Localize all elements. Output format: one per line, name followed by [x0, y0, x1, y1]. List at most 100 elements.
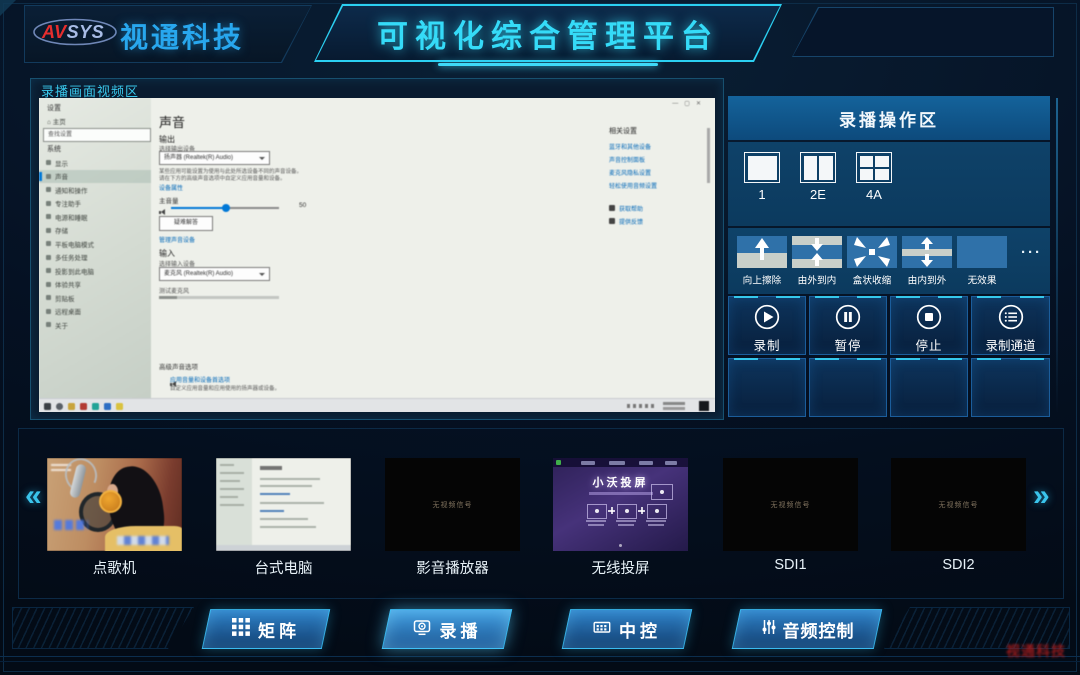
ops-empty-tile[interactable] [890, 358, 968, 417]
help-icon [609, 205, 615, 211]
transition-label: 由内到外 [904, 274, 950, 288]
title-underline [438, 63, 658, 66]
ops-empty-tile[interactable] [728, 358, 806, 417]
output-device-value: 扬声器 (Realtek(R) Audio) [164, 155, 233, 161]
source-thumb-cast[interactable]: 小沃投屏 [553, 458, 688, 551]
win-sidebar-item-label: 体验共享 [55, 279, 81, 289]
recorded-screen-feed[interactable]: 设置 ⌂ 主页 查找设置 系统 显示 声音 通知和操作 专注助手 电源和睡眠 存… [39, 98, 715, 412]
close-icon: ✕ [696, 101, 707, 107]
ops-empty-tile[interactable] [971, 358, 1050, 417]
tab-central-control[interactable]: 中控 [562, 609, 693, 649]
record-channels-button[interactable]: 录制通道 [971, 296, 1050, 355]
recording-video-area: 录播画面视频区 设置 ⌂ 主页 查找设置 系统 显示 声音 通知和操作 专注助手… [30, 78, 724, 420]
header-right-deco-bg [793, 8, 1053, 56]
brand-name: 视通科技 [120, 16, 244, 56]
about-icon [46, 322, 51, 327]
windows-settings-screen: 设置 ⌂ 主页 查找设置 系统 显示 声音 通知和操作 专注助手 电源和睡眠 存… [39, 98, 715, 412]
source-thumb-desktop[interactable] [216, 458, 351, 551]
more-transitions-button[interactable]: ··· [1021, 244, 1042, 261]
app-icon [80, 403, 87, 410]
tab-label: 录播 [440, 617, 482, 642]
stop-button[interactable]: 停止 [890, 296, 968, 355]
win-sidebar-item: 剪贴板 [39, 291, 151, 305]
tab-audio-control[interactable]: 音频控制 [732, 609, 883, 649]
feedback-icon [609, 218, 615, 224]
win-sidebar-item-label: 多任务处理 [55, 252, 88, 262]
layout-button-quad[interactable]: 4A [854, 152, 894, 202]
no-signal-text: 无视频信号 [385, 458, 520, 551]
pause-button[interactable]: 暂停 [809, 296, 887, 355]
stop-icon [914, 302, 944, 337]
win-search-input: 查找设置 [43, 128, 151, 142]
device-icon [625, 509, 629, 513]
test-mic-caption: 测试麦克风 [159, 286, 189, 295]
project-icon [46, 268, 51, 273]
transition-label: 盒状收缩 [849, 274, 895, 288]
win-sidebar-item-label: 剪贴板 [55, 293, 75, 303]
transition-wipe-up[interactable]: 向上擦除 [737, 236, 787, 288]
source-label: 台式电脑 [216, 557, 351, 578]
prev-sources-button[interactable]: « [25, 481, 42, 511]
transition-outside-in[interactable]: 由外到内 [792, 236, 842, 288]
win-sidebar-item: 多任务处理 [39, 251, 151, 265]
chevron-down-icon [259, 273, 265, 276]
source-label: 影音播放器 [385, 557, 520, 578]
layout-button-dual[interactable]: 2E [798, 152, 838, 202]
tab-label: 矩阵 [258, 617, 300, 642]
recording-ops-panel: 录播操作区 1 2E 4A 向上擦除 [728, 96, 1050, 418]
tab-recording[interactable]: 录播 [382, 609, 513, 649]
win-sidebar-item: 关于 [39, 318, 151, 332]
plus-icon [608, 507, 615, 514]
output-device-dropdown: 扬声器 (Realtek(R) Audio) [159, 151, 270, 165]
desktop-taskbar [216, 545, 351, 551]
related-link: 麦克风隐私设置 [609, 168, 651, 177]
source-thumb-karaoke[interactable] [47, 458, 182, 551]
cast-screen-preview: 小沃投屏 [553, 458, 688, 551]
win-sidebar-item: 存储 [39, 224, 151, 238]
source-thumb-sdi1[interactable]: 无视频信号 [723, 458, 858, 551]
input-device-dropdown: 麦克风 (Realtek(R) Audio) [159, 267, 270, 281]
karaoke-video-preview [47, 458, 182, 551]
box-shrink-icon [847, 236, 897, 268]
next-sources-button[interactable]: » [1033, 481, 1050, 511]
no-effect-icon [957, 236, 1007, 268]
ops-empty-tile[interactable] [809, 358, 887, 417]
app-icon [116, 403, 123, 410]
transition-none[interactable]: 无效果 [957, 236, 1007, 288]
win-sidebar-item: 通知和操作 [39, 183, 151, 197]
wifi-icon [595, 509, 599, 513]
corner-accent [0, 0, 16, 16]
clipboard-icon [46, 295, 51, 300]
header-right-deco [792, 7, 1054, 57]
power-icon [46, 214, 51, 219]
no-signal-text: 无视频信号 [891, 458, 1026, 551]
transition-box-shrink[interactable]: 盒状收缩 [847, 236, 897, 288]
record-button[interactable]: 录制 [728, 296, 806, 355]
cast-subtitle [589, 492, 653, 495]
app-icon [92, 403, 99, 410]
matrix-icon [232, 618, 250, 641]
layout-button-single[interactable]: 1 [742, 152, 782, 202]
cast-wifi-box [651, 484, 673, 500]
source-thumb-sdi2[interactable]: 无视频信号 [891, 458, 1026, 551]
tab-matrix[interactable]: 矩阵 [202, 609, 331, 649]
layout-label: 2E [798, 187, 838, 202]
minimize-icon: — [672, 101, 684, 107]
display-icon [46, 160, 51, 165]
win-sidebar-item-label: 专注助手 [55, 198, 81, 208]
file-explorer-icon [68, 403, 75, 410]
transition-label: 由外到内 [794, 274, 840, 288]
transition-inside-out[interactable]: 由内到外 [902, 236, 952, 288]
volume-value: 50 [299, 202, 306, 209]
start-icon [44, 403, 51, 410]
win-settings-sidebar: 设置 ⌂ 主页 查找设置 系统 显示 声音 通知和操作 专注助手 电源和睡眠 存… [39, 98, 151, 398]
win-sidebar-item-label: 关于 [55, 320, 68, 330]
control-panel-icon [593, 618, 611, 641]
remote-icon [46, 309, 51, 314]
transition-label: 无效果 [959, 274, 1005, 288]
win-sidebar-item: 远程桌面 [39, 305, 151, 319]
record-channels-label: 录制通道 [972, 335, 1049, 354]
window-controls: —▢✕ [672, 100, 707, 107]
record-icon [752, 302, 782, 337]
source-thumb-media-player[interactable]: 无视频信号 [385, 458, 520, 551]
